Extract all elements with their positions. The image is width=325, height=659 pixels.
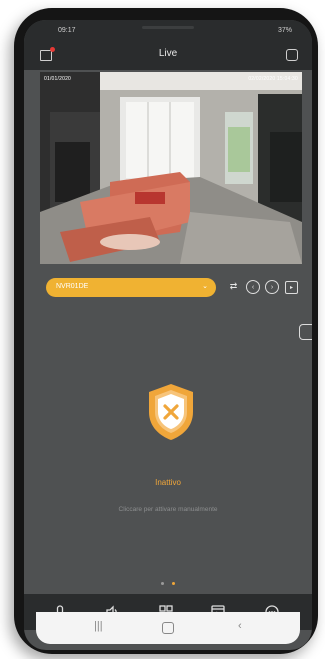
camera-selector-value: NVR01DE [56,283,89,290]
back-icon[interactable]: ‹ [238,620,242,632]
alarm-status-subtitle[interactable]: Cliccare per attivare manualmente [24,506,312,513]
camera-timestamp-left: 01/01/2020 [44,76,72,82]
status-battery: 37% [277,27,292,34]
home-icon[interactable] [162,622,174,634]
shield-x-icon[interactable] [146,382,196,442]
chevron-down-icon: ⌄ [202,283,208,290]
fullscreen-icon[interactable]: ▸ [285,281,298,294]
status-bar: 09:17 37% [24,20,312,40]
live-toolbar: NVR01DE ⌄ ⇄ ‹ › ▸ [40,276,302,298]
alarm-status-title: Inattivo [155,478,181,487]
page-indicator [24,572,312,590]
app-bar: Live [24,40,312,70]
page-title: Live [158,48,178,59]
page-dot-active [172,582,176,585]
android-nav-bar: ||| ‹ [36,612,300,644]
page-dot [160,582,164,585]
camera-selector[interactable]: NVR01DE ⌄ [46,278,216,297]
multi-view-icon[interactable] [286,49,298,61]
camera-timestamp-right: 02/02/2020 15:04:30 [248,76,298,82]
screen: 09:17 37% Live 01/01/2020 02/02/2020 15:… [24,20,312,650]
previous-icon[interactable]: ‹ [246,280,260,294]
next-icon[interactable]: › [265,280,279,294]
switch-camera-icon[interactable]: ⇄ [226,279,241,294]
camera-image [40,72,302,264]
status-time: 09:17 [58,27,76,34]
arm-settings-icon[interactable] [299,324,312,340]
recent-apps-icon[interactable]: ||| [94,620,103,632]
status-notch [142,26,194,29]
live-camera-view[interactable]: 01/01/2020 02/02/2020 15:04:30 [40,72,302,264]
